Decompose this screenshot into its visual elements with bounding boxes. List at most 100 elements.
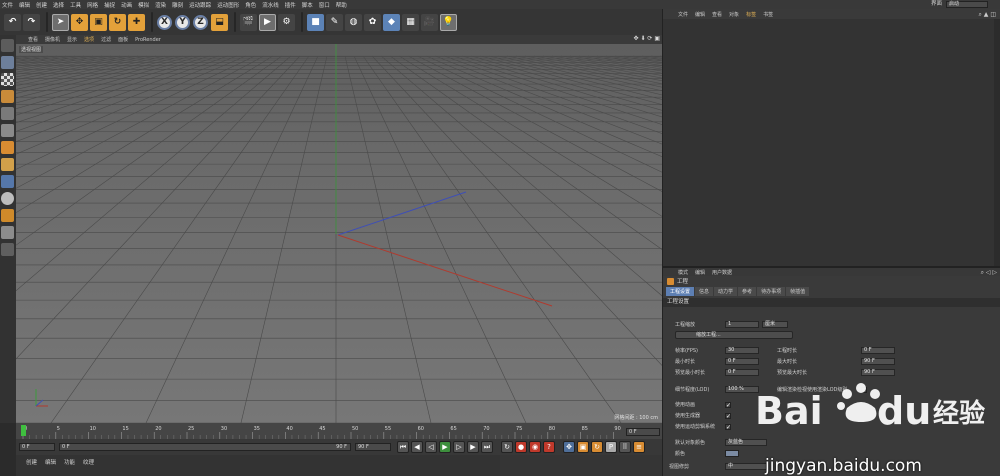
objmgr-scrollbar[interactable] bbox=[994, 19, 1000, 266]
deformer-icon[interactable]: ◆ bbox=[383, 13, 400, 31]
project-scale-input[interactable]: 1 bbox=[725, 321, 759, 328]
current-frame-field[interactable]: 0 F bbox=[626, 428, 660, 436]
timeline-ruler[interactable]: 051015202530354045505560657075808590 bbox=[16, 423, 662, 439]
frame-range-slider[interactable]: 0 F 90 F bbox=[59, 443, 351, 451]
attr-menu-userdata[interactable]: 用户数据 bbox=[712, 269, 732, 276]
material-menu-create[interactable]: 创建 bbox=[26, 458, 37, 466]
menu-character[interactable]: 角色 bbox=[245, 1, 256, 9]
cube-primitive-icon[interactable]: ■ bbox=[307, 13, 324, 31]
render-settings-icon[interactable]: ⚙ bbox=[278, 13, 295, 31]
scale-project-button[interactable]: 缩放工程... bbox=[675, 331, 793, 339]
undo-icon[interactable]: ↶ bbox=[4, 13, 21, 31]
start-frame-field[interactable]: 0 F bbox=[19, 443, 55, 451]
tab-referencing[interactable]: 参考 bbox=[738, 286, 757, 296]
select-arrow-icon[interactable]: ➤ bbox=[52, 13, 69, 31]
x-axis-lock-icon[interactable]: X bbox=[157, 14, 172, 30]
material-menu-function[interactable]: 功能 bbox=[64, 458, 75, 466]
transform-tool-icon[interactable]: ✚ bbox=[128, 13, 145, 31]
tab-todo[interactable]: 待办事项 bbox=[757, 286, 786, 296]
polygons-mode-icon[interactable] bbox=[1, 141, 14, 154]
objmgr-menu-tags[interactable]: 标签 bbox=[746, 11, 756, 18]
go-to-end-icon[interactable]: ⏭ bbox=[481, 441, 493, 453]
edges-mode-icon[interactable] bbox=[1, 124, 14, 137]
model-mode-icon[interactable] bbox=[1, 56, 14, 69]
use-generators-checkbox[interactable]: ✓ bbox=[725, 412, 731, 419]
rotation-key-icon[interactable]: ↻ bbox=[591, 441, 603, 453]
workplane-icon[interactable] bbox=[1, 90, 14, 103]
objmgr-menu-view[interactable]: 查看 bbox=[712, 11, 722, 18]
move-tool-icon[interactable]: ✥ bbox=[71, 13, 88, 31]
lod-input[interactable]: 100 % bbox=[725, 386, 759, 393]
record-keys-icon[interactable]: ● bbox=[515, 441, 527, 453]
menu-help[interactable]: 帮助 bbox=[336, 1, 347, 9]
next-frame-icon[interactable]: ▷ bbox=[453, 441, 465, 453]
grid-snap-icon[interactable] bbox=[1, 226, 14, 239]
project-time-input[interactable]: 0 F bbox=[861, 347, 895, 354]
max-time-input[interactable]: 90 F bbox=[861, 358, 895, 365]
tab-dynamics[interactable]: 动力学 bbox=[714, 286, 738, 296]
prev-frame-icon[interactable]: ◁ bbox=[425, 441, 437, 453]
layout-select[interactable]: 启动 bbox=[946, 1, 988, 8]
lock-workplane-icon[interactable] bbox=[1, 243, 14, 256]
objmgr-menu-bookmarks[interactable]: 书签 bbox=[763, 11, 773, 18]
coordinate-system-icon[interactable]: ⬓ bbox=[211, 13, 228, 31]
viewport-menu-view[interactable]: 查看 bbox=[28, 36, 38, 43]
project-scale-unit-select[interactable]: 厘米 bbox=[762, 321, 788, 328]
fps-input[interactable]: 30 bbox=[725, 347, 759, 354]
attr-menu-edit[interactable]: 编辑 bbox=[695, 269, 705, 276]
objmgr-menu-edit[interactable]: 编辑 bbox=[695, 11, 705, 18]
loop-icon[interactable]: ↻ bbox=[501, 441, 513, 453]
menu-simulate[interactable]: 模拟 bbox=[138, 1, 149, 9]
menu-mograph[interactable]: 运动图形 bbox=[217, 1, 239, 9]
menu-snap[interactable]: 捕捉 bbox=[104, 1, 115, 9]
end-frame-field[interactable]: 90 F bbox=[355, 443, 391, 451]
menu-window[interactable]: 窗口 bbox=[319, 1, 330, 9]
preview-max-input[interactable]: 90 F bbox=[861, 369, 895, 376]
menu-sculpt[interactable]: 雕刻 bbox=[172, 1, 183, 9]
tab-info[interactable]: 信息 bbox=[695, 286, 714, 296]
render-view-icon[interactable]: 🎬 bbox=[240, 13, 257, 31]
menu-mesh[interactable]: 网格 bbox=[87, 1, 98, 9]
menu-edit[interactable]: 编辑 bbox=[19, 1, 30, 9]
timeline-window-icon[interactable]: ≡ bbox=[633, 441, 645, 453]
rotate-tool-icon[interactable]: ↻ bbox=[109, 13, 126, 31]
preview-min-input[interactable]: 0 F bbox=[725, 369, 759, 376]
scale-tool-icon[interactable]: ▣ bbox=[90, 13, 107, 31]
tab-project-settings[interactable]: 工程设置 bbox=[666, 286, 695, 296]
objmgr-menu-objects[interactable]: 对象 bbox=[729, 11, 739, 18]
attr-nav-icons[interactable]: ⌕ ◁ ▷ bbox=[981, 269, 997, 277]
nurbs-icon[interactable]: ◍ bbox=[345, 13, 362, 31]
menu-render[interactable]: 渲染 bbox=[155, 1, 166, 9]
keyframe-selection-icon[interactable]: ? bbox=[543, 441, 555, 453]
go-to-start-icon[interactable]: ⏮ bbox=[397, 441, 409, 453]
texture-mode-icon[interactable] bbox=[1, 73, 14, 86]
auto-keying-icon[interactable]: ◉ bbox=[529, 441, 541, 453]
objmgr-menu-file[interactable]: 文件 bbox=[678, 11, 688, 18]
prev-keyframe-icon[interactable]: ◀ bbox=[411, 441, 423, 453]
position-key-icon[interactable]: ✥ bbox=[563, 441, 575, 453]
floor-icon[interactable]: ▦ bbox=[402, 13, 419, 31]
material-menu-edit[interactable]: 编辑 bbox=[45, 458, 56, 466]
use-animation-checkbox[interactable]: ✓ bbox=[725, 401, 731, 408]
menu-animate[interactable]: 动画 bbox=[121, 1, 132, 9]
tweak-mode-icon[interactable] bbox=[1, 175, 14, 188]
objmgr-search-icon[interactable]: ⌕ ▲ ◫ bbox=[979, 11, 996, 19]
camera-icon[interactable]: 🎥 bbox=[421, 13, 438, 31]
menu-file[interactable]: 文件 bbox=[2, 1, 13, 9]
menu-script[interactable]: 脚本 bbox=[302, 1, 313, 9]
redo-icon[interactable]: ↷ bbox=[23, 13, 40, 31]
z-axis-lock-icon[interactable]: Z bbox=[193, 14, 208, 30]
viewport-menu-prorender[interactable]: ProRender bbox=[135, 37, 161, 43]
attr-menu-mode[interactable]: 模式 bbox=[678, 269, 688, 276]
tab-frame-interpolation[interactable]: 帧插值 bbox=[786, 286, 810, 296]
magnet-icon[interactable] bbox=[1, 209, 14, 222]
use-motion-system-checkbox[interactable]: ✓ bbox=[725, 423, 731, 430]
axis-mode-icon[interactable] bbox=[1, 158, 14, 171]
color-swatch[interactable] bbox=[725, 450, 739, 457]
menu-plugins[interactable]: 插件 bbox=[285, 1, 296, 9]
snap-icon[interactable] bbox=[1, 192, 14, 205]
spline-pen-icon[interactable]: ✎ bbox=[326, 13, 343, 31]
menu-tools[interactable]: 工具 bbox=[70, 1, 81, 9]
perspective-viewport[interactable]: 透视视图 网格间距 : 100 cm bbox=[16, 44, 662, 423]
render-picture-viewer-icon[interactable]: ▶ bbox=[259, 13, 276, 31]
